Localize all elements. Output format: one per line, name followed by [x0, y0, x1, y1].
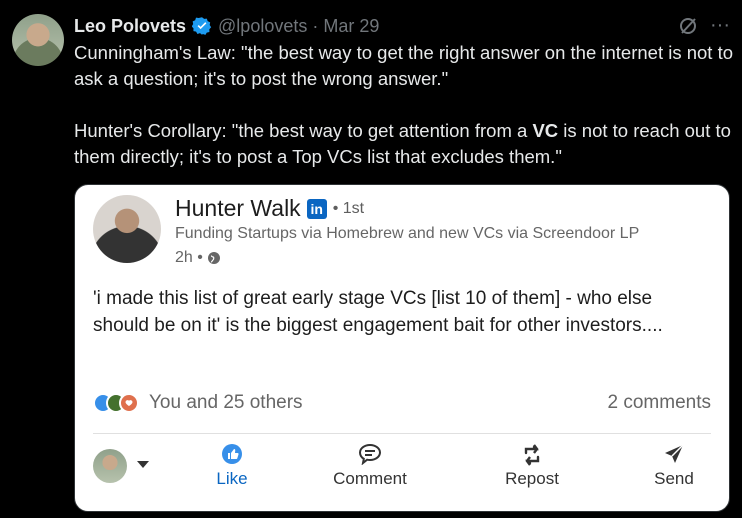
comment-label: Comment [333, 469, 407, 488]
like-label: Like [216, 469, 248, 488]
card-action-bar: Like Comment Repost Send [93, 441, 711, 505]
globe-icon [207, 252, 220, 264]
embedded-linkedin-post[interactable]: Hunter Walk in • 1st Funding Startups vi… [74, 184, 730, 512]
send-label: Send [654, 469, 694, 488]
more-options-icon[interactable]: ··· [710, 14, 730, 37]
divider [93, 433, 711, 434]
reaction-summary[interactable]: You and 25 others [93, 392, 303, 414]
comments-count[interactable]: 2 comments [608, 392, 711, 414]
reactor-avatar[interactable] [93, 449, 127, 483]
card-post-body: 'i made this list of great early stage V… [93, 288, 663, 336]
verified-badge-icon [192, 17, 212, 35]
author-name[interactable]: Leo Polovets [74, 16, 186, 37]
vc-highlight: VC [532, 120, 559, 141]
card-author-row: Hunter Walk in • 1st [175, 195, 364, 222]
author-avatar[interactable] [12, 14, 64, 66]
tweet-actions-top: ··· [678, 14, 730, 37]
send-icon [619, 443, 729, 469]
card-author-avatar[interactable] [93, 195, 161, 263]
tweet-header: Leo Polovets @lpolovets · Mar 29 [74, 14, 730, 38]
like-button[interactable]: Like [177, 443, 287, 489]
repost-label: Repost [505, 469, 559, 488]
repost-icon [477, 443, 587, 469]
comment-icon [315, 443, 425, 469]
tweet-paragraph-1: Cunningham's Law: "the best way to get t… [74, 42, 734, 89]
comment-button[interactable]: Comment [315, 443, 425, 489]
card-author-name[interactable]: Hunter Walk [175, 195, 301, 222]
reaction-icons [93, 393, 139, 413]
linkedin-icon: in [306, 198, 327, 219]
grok-icon[interactable] [678, 16, 698, 36]
chevron-down-icon[interactable] [137, 461, 149, 468]
send-button[interactable]: Send [619, 443, 729, 489]
handle-and-date: @lpolovets · Mar 29 [218, 15, 380, 36]
card-author-headline: Funding Startups via Homebrew and new VC… [175, 225, 640, 242]
thumbs-up-icon [177, 443, 287, 469]
repost-button[interactable]: Repost [477, 443, 587, 489]
reactions-label: You and 25 others [149, 392, 303, 413]
card-timestamp: 2h • [175, 249, 221, 267]
connection-degree: • 1st [332, 199, 365, 217]
tweet-paragraph-2: Hunter's Corollary: "the best way to get… [74, 120, 731, 167]
tweet-text: Cunningham's Law: "the best way to get t… [74, 40, 734, 170]
